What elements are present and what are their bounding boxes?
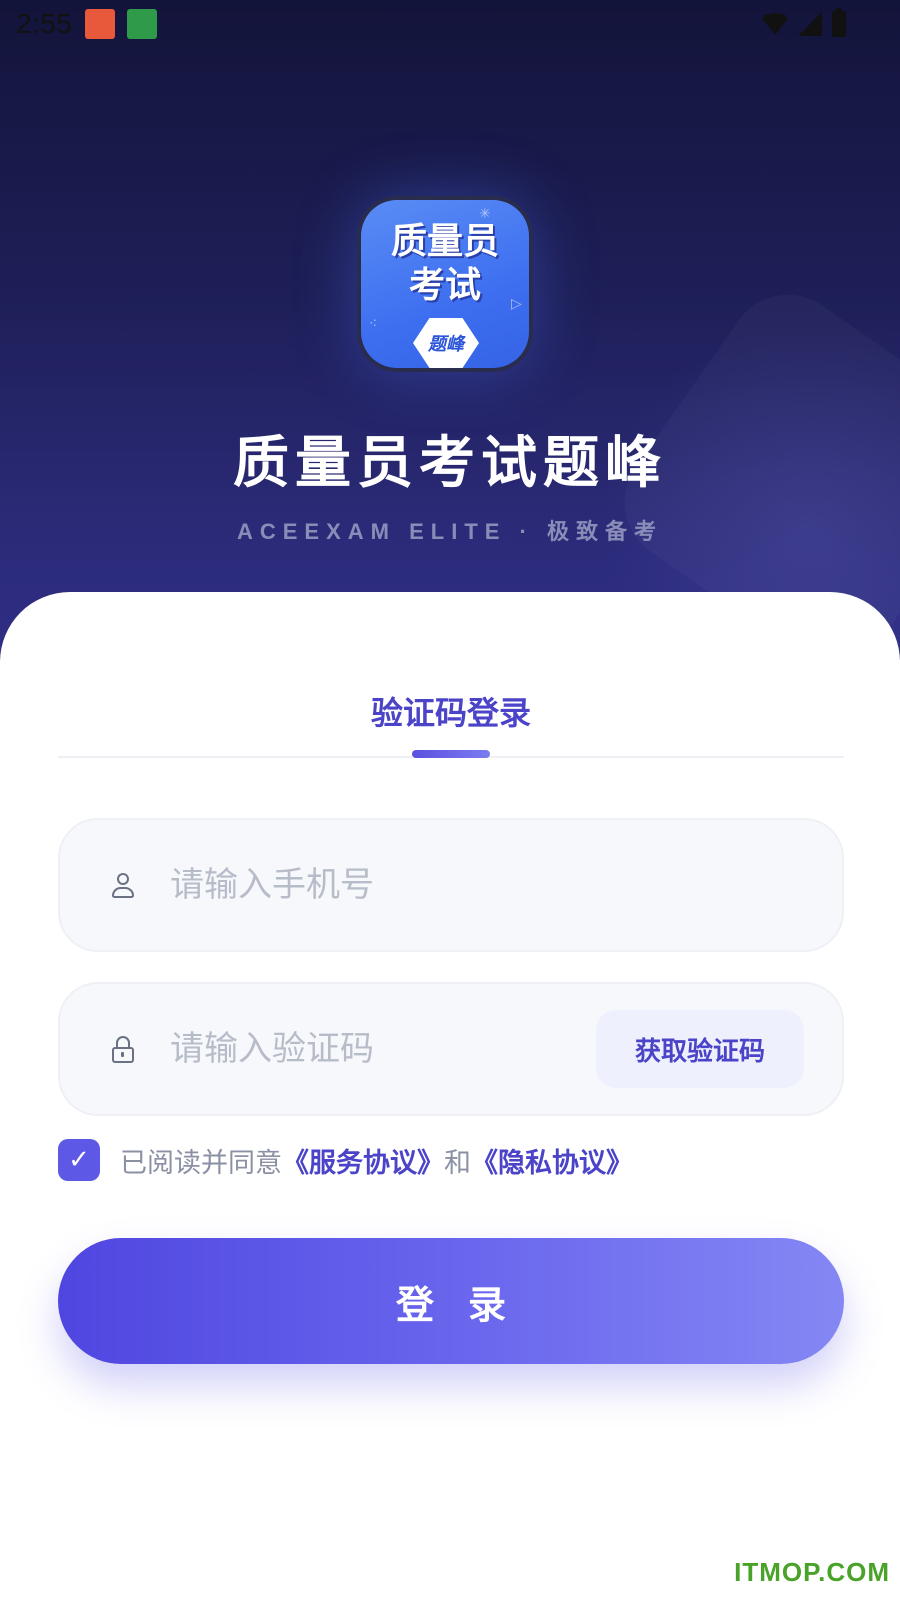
tab-active-indicator bbox=[412, 750, 490, 758]
app-logo: ✳ ▷ ⁖ 质量员 考试 题峰 bbox=[357, 196, 533, 372]
wifi-icon bbox=[762, 13, 788, 35]
dots-icon: ⁖ bbox=[369, 316, 378, 332]
agreement-row: ✓ 已阅读并同意《服务协议》和《隐私协议》 bbox=[58, 1138, 844, 1182]
status-time: 2:55 bbox=[16, 8, 73, 39]
app-logo-badge-text: 题峰 bbox=[428, 334, 464, 355]
code-input[interactable] bbox=[170, 1014, 570, 1084]
app-logo-tile: ✳ ▷ ⁖ 质量员 考试 题峰 bbox=[361, 200, 529, 368]
service-agreement-link[interactable]: 《服务协议》 bbox=[282, 1148, 444, 1179]
status-icons bbox=[762, 8, 846, 37]
sparkle-icon: ✳ bbox=[479, 206, 491, 222]
app-logo-line1: 质量员 bbox=[390, 221, 499, 262]
app-subtitle: ACEEXAM ELITE · 极致备考 bbox=[236, 519, 663, 544]
login-tabs: 验证码登录 bbox=[58, 692, 844, 758]
login-card: 验证码登录 获取验证码 ✓ 已阅读并同意《服务协议》和《隐私协议》 登录 bbox=[0, 592, 900, 1600]
agreement-conjunction: 和 bbox=[444, 1147, 471, 1179]
tab-sms-login[interactable]: 验证码登录 bbox=[58, 688, 844, 734]
battery-icon bbox=[832, 8, 846, 37]
login-button[interactable]: 登录 bbox=[58, 1238, 844, 1364]
app-notification-icon bbox=[84, 9, 115, 39]
agreement-text: 已阅读并同意《服务协议》和《隐私协议》 bbox=[120, 1141, 633, 1180]
lock-icon bbox=[110, 1036, 136, 1064]
agreement-prefix: 已阅读并同意 bbox=[120, 1147, 282, 1179]
user-icon bbox=[110, 872, 136, 900]
signal-icon bbox=[798, 12, 822, 36]
app-notification-icon bbox=[126, 9, 157, 39]
site-watermark: ITMOP.COM bbox=[734, 1557, 890, 1587]
app-logo-badge: 题峰 bbox=[413, 318, 479, 368]
phone-input[interactable] bbox=[170, 850, 570, 920]
code-field: 获取验证码 bbox=[58, 982, 844, 1116]
triangle-icon: ▷ bbox=[511, 296, 522, 312]
app-title: 质量员考试题峰 bbox=[233, 431, 667, 496]
get-code-button[interactable]: 获取验证码 bbox=[596, 1010, 804, 1088]
hero-header: 2:55 ✳ ▷ ⁖ 质量员 考试 题峰 质量员考试题峰 ACEEXAM ELI… bbox=[0, 0, 900, 660]
agreement-checkbox[interactable]: ✓ bbox=[58, 1139, 100, 1181]
status-bar: 2:55 bbox=[0, 0, 900, 48]
privacy-agreement-link[interactable]: 《隐私协议》 bbox=[471, 1148, 633, 1179]
phone-field bbox=[58, 818, 844, 952]
app-logo-line2: 考试 bbox=[408, 265, 481, 306]
